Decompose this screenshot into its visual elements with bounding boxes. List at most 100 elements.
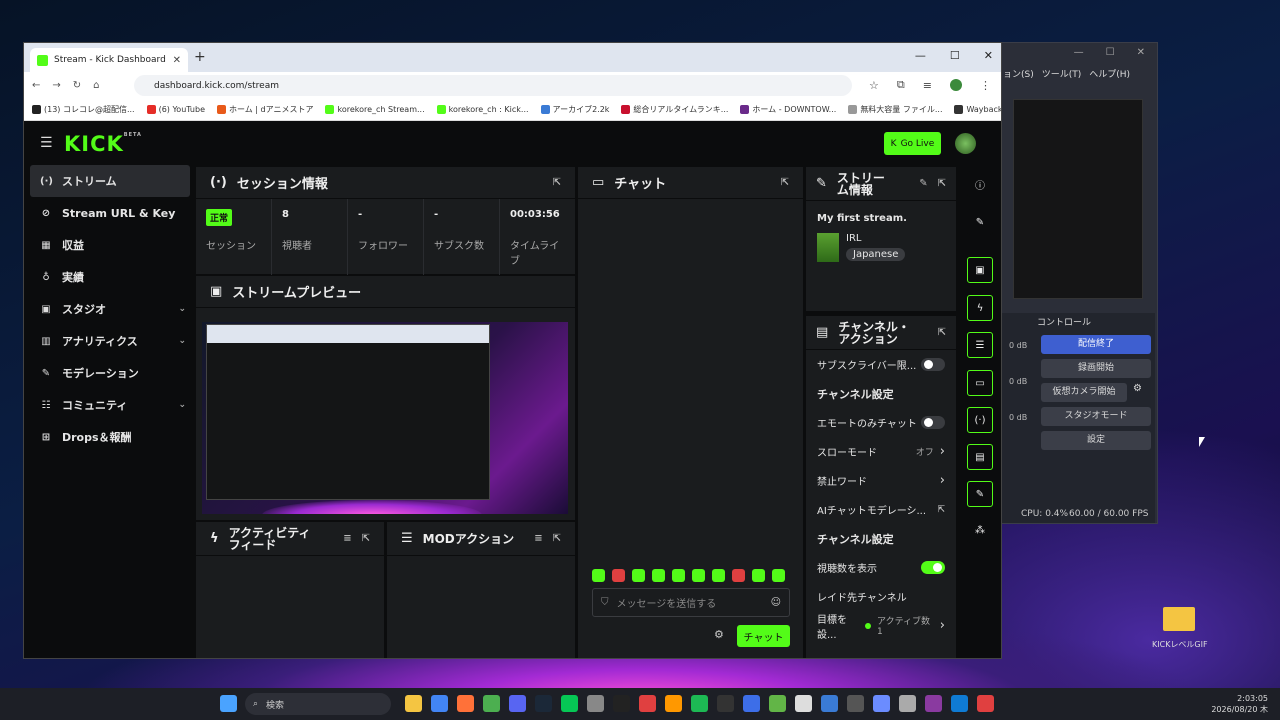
emote-icon[interactable]: [712, 569, 725, 582]
taskbar-app-icon[interactable]: [691, 695, 708, 712]
minimize-icon[interactable]: —: [915, 49, 926, 62]
taskbar-search[interactable]: ⌕ 検索: [245, 693, 391, 715]
browser-window[interactable]: Stream - Kick Dashboard ✕ + — ☐ ✕ ← → ↻ …: [23, 42, 1002, 659]
go-live-button[interactable]: K Go Live: [884, 132, 941, 155]
close-icon[interactable]: ✕: [1137, 47, 1145, 58]
taskbar-app-icon[interactable]: [535, 695, 552, 712]
forward-icon[interactable]: →: [52, 80, 60, 91]
taskbar-app-icon[interactable]: [613, 695, 630, 712]
channel-action-row[interactable]: 禁止ワード ›: [806, 466, 956, 495]
taskbar-app-icon[interactable]: [483, 695, 500, 712]
sidebar-item[interactable]: ⊞ Drops＆報酬: [24, 421, 196, 453]
toggle-switch[interactable]: [921, 416, 945, 429]
bookmark-item[interactable]: アーカイブ2.2k: [540, 104, 609, 115]
gear-icon[interactable]: ⚙: [1133, 383, 1142, 394]
chevron-down-icon[interactable]: ⌄: [178, 400, 186, 410]
clock[interactable]: 2:03:05 2026/08/20 木: [1211, 693, 1268, 715]
extensions-icon[interactable]: ⧉: [897, 78, 905, 92]
emoji-icon[interactable]: ☺: [771, 597, 781, 608]
virtual-camera-button[interactable]: 仮想カメラ開始: [1041, 383, 1127, 402]
channel-action-row[interactable]: エモートのみチャット: [806, 408, 956, 437]
desktop-folder-label[interactable]: KICKレベルGIF: [1152, 639, 1208, 650]
bookmark-item[interactable]: (13) コレコレ@超配信...: [32, 104, 135, 115]
taskbar-app-icon[interactable]: [821, 695, 838, 712]
external-link-icon[interactable]: ⇱: [553, 177, 561, 188]
back-icon[interactable]: ←: [32, 80, 40, 91]
community-icon[interactable]: ⁂: [967, 517, 993, 543]
emote-icon[interactable]: [632, 569, 645, 582]
taskbar-app-icon[interactable]: [431, 695, 448, 712]
maximize-icon[interactable]: ☐: [950, 49, 960, 62]
sidebar-item[interactable]: (·) ストリーム: [30, 165, 190, 197]
home-icon[interactable]: ⌂: [93, 80, 99, 91]
kick-logo[interactable]: KICKBETA: [64, 132, 142, 156]
taskbar-app-icon[interactable]: [873, 695, 890, 712]
taskbar-app-icon[interactable]: [457, 695, 474, 712]
channel-action-row[interactable]: レイド先チャンネル: [806, 582, 956, 611]
start-recording-button[interactable]: 録画開始: [1041, 359, 1151, 378]
taskbar-app-icon[interactable]: [899, 695, 916, 712]
taskbar-app-icon[interactable]: [405, 695, 422, 712]
reload-icon[interactable]: ↻: [73, 80, 81, 91]
filter-icon[interactable]: ≡: [534, 533, 542, 544]
chat-icon[interactable]: ▭: [967, 370, 993, 396]
lightning-icon[interactable]: ϟ: [967, 295, 993, 321]
taskbar-app-icon[interactable]: [795, 695, 812, 712]
filter-icon[interactable]: ≡: [343, 533, 351, 544]
minimize-icon[interactable]: —: [1074, 47, 1084, 58]
sidebar-item[interactable]: ☷ コミュニティ ⌄: [24, 389, 196, 421]
emote-icon[interactable]: [612, 569, 625, 582]
emote-icon[interactable]: [732, 569, 745, 582]
bookmark-item[interactable]: 総合リアルタイムランキ...: [621, 104, 728, 115]
external-link-icon[interactable]: ⇱: [553, 533, 561, 544]
category-label[interactable]: IRL: [846, 233, 861, 244]
folder-icon[interactable]: [1163, 607, 1195, 631]
avatar[interactable]: [955, 133, 976, 154]
sidebar-item[interactable]: ▣ スタジオ ⌄: [24, 293, 196, 325]
edit-icon[interactable]: ✎: [919, 178, 927, 189]
profile-avatar[interactable]: [950, 79, 962, 91]
taskbar-app-icon[interactable]: [743, 695, 760, 712]
external-link-icon[interactable]: ⇱: [362, 533, 370, 544]
channel-action-row[interactable]: サブスクライバー限...: [806, 350, 956, 379]
new-tab-icon[interactable]: +: [194, 49, 206, 65]
channel-icon[interactable]: ▤: [967, 444, 993, 470]
taskbar-app-icon[interactable]: [509, 695, 526, 712]
windows-start-icon[interactable]: [220, 695, 237, 712]
emote-icon[interactable]: [772, 569, 785, 582]
taskbar-app-icon[interactable]: [977, 695, 994, 712]
taskbar-app-icon[interactable]: [769, 695, 786, 712]
toggle-switch[interactable]: [921, 561, 945, 574]
sidebar-item[interactable]: ⊘ Stream URL & Key: [24, 197, 196, 229]
channel-action-row[interactable]: AIチャットモデレーシ... ⇱: [806, 495, 956, 524]
info-icon[interactable]: ⓘ: [967, 171, 993, 197]
taskbar-app-icon[interactable]: [951, 695, 968, 712]
taskbar-app-icon[interactable]: [847, 695, 864, 712]
channel-action-row[interactable]: 視聴数を表示: [806, 553, 956, 582]
chevron-down-icon[interactable]: ⌄: [178, 336, 186, 346]
studio-mode-button[interactable]: スタジオモード: [1041, 407, 1151, 426]
menu-icon[interactable]: ⋮: [980, 79, 991, 92]
obs-menu-item[interactable]: ョン(S): [1003, 67, 1034, 80]
obs-menu-item[interactable]: ツール(T): [1042, 67, 1082, 80]
settings-button[interactable]: 設定: [1041, 431, 1151, 450]
emote-icon[interactable]: [692, 569, 705, 582]
chevron-down-icon[interactable]: ⌄: [178, 304, 186, 314]
media-icon[interactable]: ≡: [923, 79, 932, 92]
stream-preview-image[interactable]: [202, 322, 568, 514]
taskbar-app-icon[interactable]: [925, 695, 942, 712]
external-link-icon[interactable]: ⇱: [781, 177, 789, 188]
maximize-icon[interactable]: ☐: [1106, 47, 1115, 58]
toggle-switch[interactable]: [921, 358, 945, 371]
url-input[interactable]: dashboard.kick.com/stream: [134, 75, 852, 96]
emote-icon[interactable]: [652, 569, 665, 582]
taskbar-app-icon[interactable]: [717, 695, 734, 712]
channel-action-row[interactable]: スローモード オフ ›: [806, 437, 956, 466]
sidebar-item[interactable]: ✎ モデレーション: [24, 357, 196, 389]
emote-icon[interactable]: [672, 569, 685, 582]
bookmark-item[interactable]: 無料大容量 ファイル...: [848, 104, 942, 115]
edit-icon[interactable]: ✎: [967, 209, 993, 235]
gear-icon[interactable]: ⚙: [714, 628, 724, 641]
external-link-icon[interactable]: ⇱: [938, 178, 946, 189]
external-link-icon[interactable]: ⇱: [938, 327, 946, 338]
